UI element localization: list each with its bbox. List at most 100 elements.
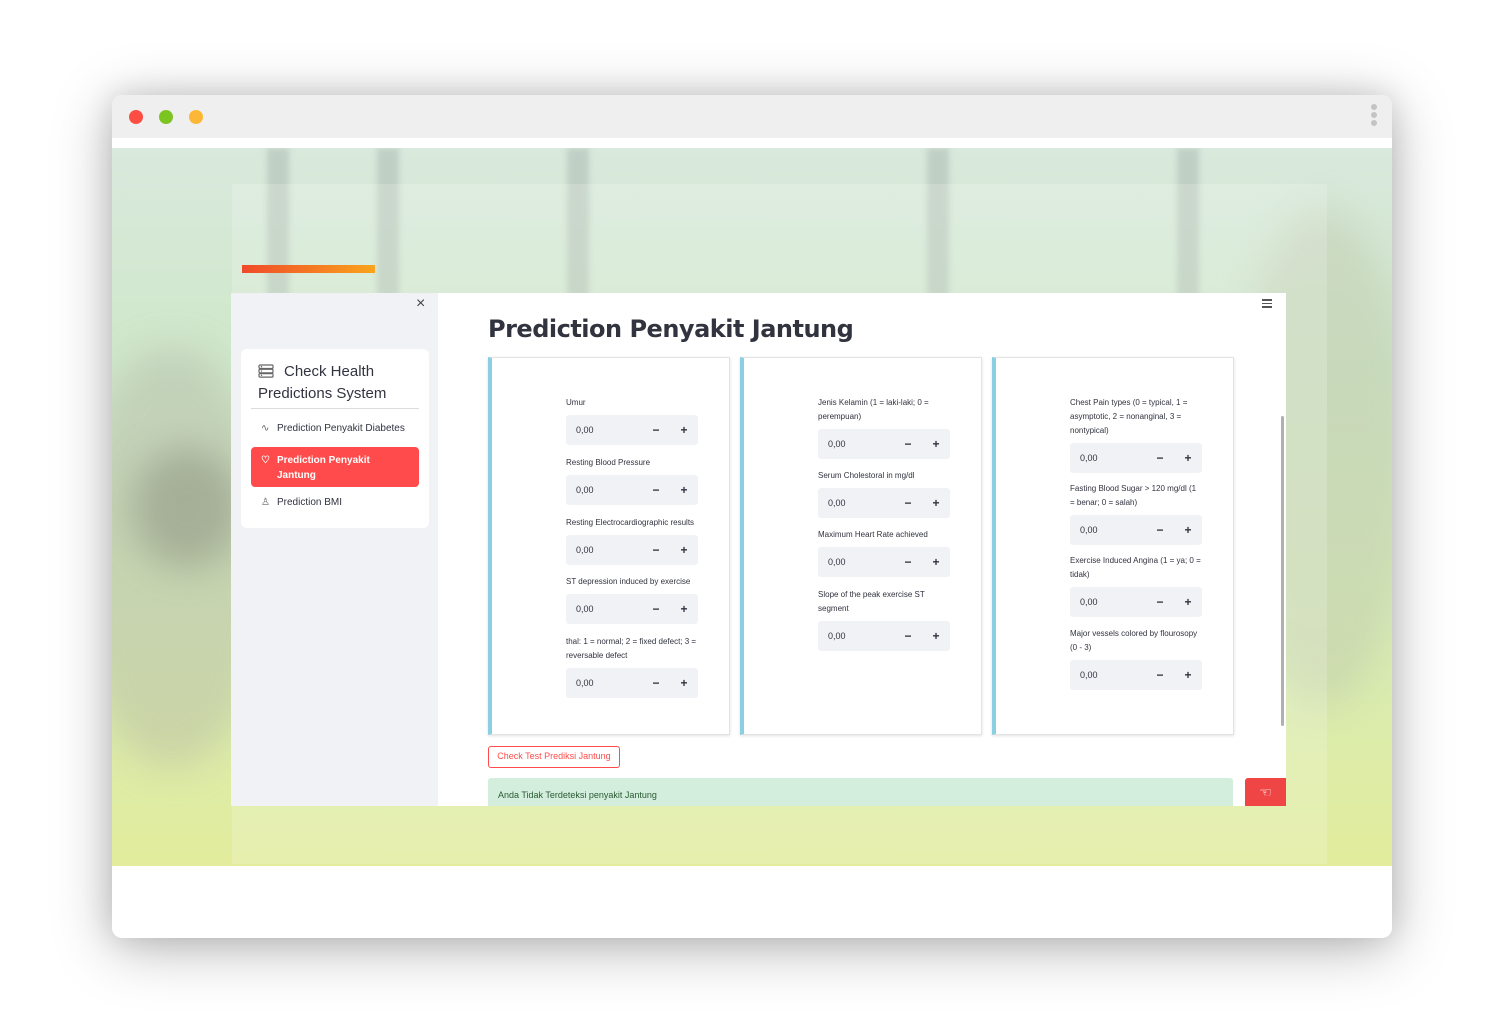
field-st-depression: ST depression induced by exercise 0,00 −… <box>566 575 702 624</box>
page-viewport: × Check Health Predictions System ∿ Pred… <box>112 148 1392 866</box>
more-vertical-icon[interactable] <box>1370 104 1378 130</box>
number-input[interactable]: 0,00 − + <box>1070 443 1202 473</box>
main-content: Prediction Penyakit Jantung Umur 0,00 − … <box>438 293 1286 806</box>
sidebar-item-label: Prediction BMI <box>277 497 343 508</box>
field-chest-pain: Chest Pain types (0 = typical, 1 = asymp… <box>1070 396 1206 473</box>
hamburger-menu-icon[interactable] <box>1262 299 1272 309</box>
field-resting-ecg: Resting Electrocardiographic results 0,0… <box>566 516 702 565</box>
number-value[interactable]: 0,00 <box>566 545 642 555</box>
minimize-window-dot[interactable] <box>189 110 203 124</box>
scrollbar[interactable] <box>1281 416 1284 726</box>
number-value[interactable]: 0,00 <box>566 678 642 688</box>
increment-button[interactable]: + <box>922 496 950 510</box>
maximize-window-dot[interactable] <box>159 110 173 124</box>
check-test-button[interactable]: Check Test Prediksi Jantung <box>488 746 620 768</box>
increment-button[interactable]: + <box>922 629 950 643</box>
heart-icon: ♡ <box>261 455 270 466</box>
decrement-button[interactable]: − <box>894 437 922 451</box>
increment-button[interactable]: + <box>670 676 698 690</box>
number-input[interactable]: 0,00 − + <box>818 488 950 518</box>
number-input[interactable]: 0,00 − + <box>566 415 698 445</box>
sidebar-divider <box>251 408 419 409</box>
number-input[interactable]: 0,00 − + <box>818 429 950 459</box>
result-alert: Anda Tidak Terdeteksi penyakit Jantung <box>488 778 1233 806</box>
field-label: Slope of the peak exercise ST segment <box>818 590 925 613</box>
close-sidebar-icon[interactable]: × <box>416 295 432 315</box>
sidebar-title-line1: Check Health <box>284 363 375 380</box>
decrement-button[interactable]: − <box>894 555 922 569</box>
number-value[interactable]: 0,00 <box>818 498 894 508</box>
number-value[interactable]: 0,00 <box>566 485 642 495</box>
number-value[interactable]: 0,00 <box>566 425 642 435</box>
increment-button[interactable]: + <box>1174 523 1202 537</box>
field-label: Resting Blood Pressure <box>566 458 651 467</box>
increment-button[interactable]: + <box>670 423 698 437</box>
decrement-button[interactable]: − <box>1146 668 1174 682</box>
decrement-button[interactable]: − <box>642 483 670 497</box>
number-value[interactable]: 0,00 <box>1070 597 1146 607</box>
field-major-vessels: Major vessels colored by flourosopy (0 -… <box>1070 627 1206 690</box>
number-value[interactable]: 0,00 <box>1070 525 1146 535</box>
decrement-button[interactable]: − <box>642 423 670 437</box>
increment-button[interactable]: + <box>670 543 698 557</box>
decrement-button[interactable]: − <box>642 676 670 690</box>
number-input[interactable]: 0,00 − + <box>818 547 950 577</box>
number-input[interactable]: 0,00 − + <box>818 621 950 651</box>
number-input[interactable]: 0,00 − + <box>566 668 698 698</box>
number-input[interactable]: 0,00 − + <box>1070 515 1202 545</box>
field-jenis-kelamin: Jenis Kelamin (1 = laki-laki; 0 = peremp… <box>818 396 954 459</box>
number-value[interactable]: 0,00 <box>818 439 894 449</box>
field-label: Chest Pain types (0 = typical, 1 = asymp… <box>1070 398 1188 435</box>
number-value[interactable]: 0,00 <box>566 604 642 614</box>
sidebar: × Check Health Predictions System ∿ Pred… <box>231 293 438 806</box>
sidebar-item-label: Prediction Penyakit Jantung <box>277 455 370 481</box>
field-label: ST depression induced by exercise <box>566 577 691 586</box>
decrement-button[interactable]: − <box>894 629 922 643</box>
field-fasting-blood-sugar: Fasting Blood Sugar > 120 mg/dl (1 = ben… <box>1070 482 1206 545</box>
number-value[interactable]: 0,00 <box>1070 453 1146 463</box>
increment-button[interactable]: + <box>670 483 698 497</box>
number-input[interactable]: 0,00 − + <box>566 535 698 565</box>
decrement-button[interactable]: − <box>642 543 670 557</box>
number-input[interactable]: 0,00 − + <box>566 594 698 624</box>
field-label: Exercise Induced Angina (1 = ya; 0 = tid… <box>1070 556 1201 579</box>
number-input[interactable]: 0,00 − + <box>566 475 698 505</box>
number-value[interactable]: 0,00 <box>818 557 894 567</box>
page-title: Prediction Penyakit Jantung <box>488 315 854 343</box>
increment-button[interactable]: + <box>1174 451 1202 465</box>
field-label: Major vessels colored by flourosopy (0 -… <box>1070 629 1198 652</box>
field-label: Maximum Heart Rate achieved <box>818 530 928 539</box>
number-value[interactable]: 0,00 <box>818 631 894 641</box>
streamlit-app: × Check Health Predictions System ∿ Pred… <box>231 293 1286 806</box>
number-input[interactable]: 0,00 − + <box>1070 587 1202 617</box>
browser-window: × Check Health Predictions System ∿ Pred… <box>112 95 1392 938</box>
field-resting-bp: Resting Blood Pressure 0,00 − + <box>566 456 702 505</box>
close-window-dot[interactable] <box>129 110 143 124</box>
sidebar-item-diabetes[interactable]: ∿ Prediction Penyakit Diabetes <box>251 423 419 434</box>
decrement-button[interactable]: − <box>1146 451 1174 465</box>
decrement-button[interactable]: − <box>894 496 922 510</box>
decrement-button[interactable]: − <box>1146 523 1174 537</box>
increment-button[interactable]: + <box>670 602 698 616</box>
field-label: Jenis Kelamin (1 = laki-laki; 0 = peremp… <box>818 398 929 421</box>
sidebar-menu-card: Check Health Predictions System ∿ Predic… <box>241 349 429 528</box>
decrement-button[interactable]: − <box>1146 595 1174 609</box>
hand-pointer-icon[interactable]: ☜ <box>1245 778 1286 806</box>
field-slope-st: Slope of the peak exercise ST segment 0,… <box>818 588 954 651</box>
input-panel-3: Chest Pain types (0 = typical, 1 = asymp… <box>992 357 1234 735</box>
increment-button[interactable]: + <box>1174 668 1202 682</box>
browser-titlebar <box>112 95 1392 138</box>
sidebar-item-bmi[interactable]: ♙ Prediction BMI <box>251 497 419 508</box>
sidebar-item-jantung[interactable]: ♡ Prediction Penyakit Jantung <box>251 447 419 487</box>
number-input[interactable]: 0,00 − + <box>1070 660 1202 690</box>
field-thal: thal: 1 = normal; 2 = fixed defect; 3 = … <box>566 635 702 698</box>
field-max-heart-rate: Maximum Heart Rate achieved 0,00 − + <box>818 528 954 577</box>
number-value[interactable]: 0,00 <box>1070 670 1146 680</box>
field-label: thal: 1 = normal; 2 = fixed defect; 3 = … <box>566 637 697 660</box>
increment-button[interactable]: + <box>1174 595 1202 609</box>
decrement-button[interactable]: − <box>642 602 670 616</box>
background-blur <box>132 448 242 568</box>
increment-button[interactable]: + <box>922 437 950 451</box>
increment-button[interactable]: + <box>922 555 950 569</box>
field-label: Fasting Blood Sugar > 120 mg/dl (1 = ben… <box>1070 484 1197 507</box>
